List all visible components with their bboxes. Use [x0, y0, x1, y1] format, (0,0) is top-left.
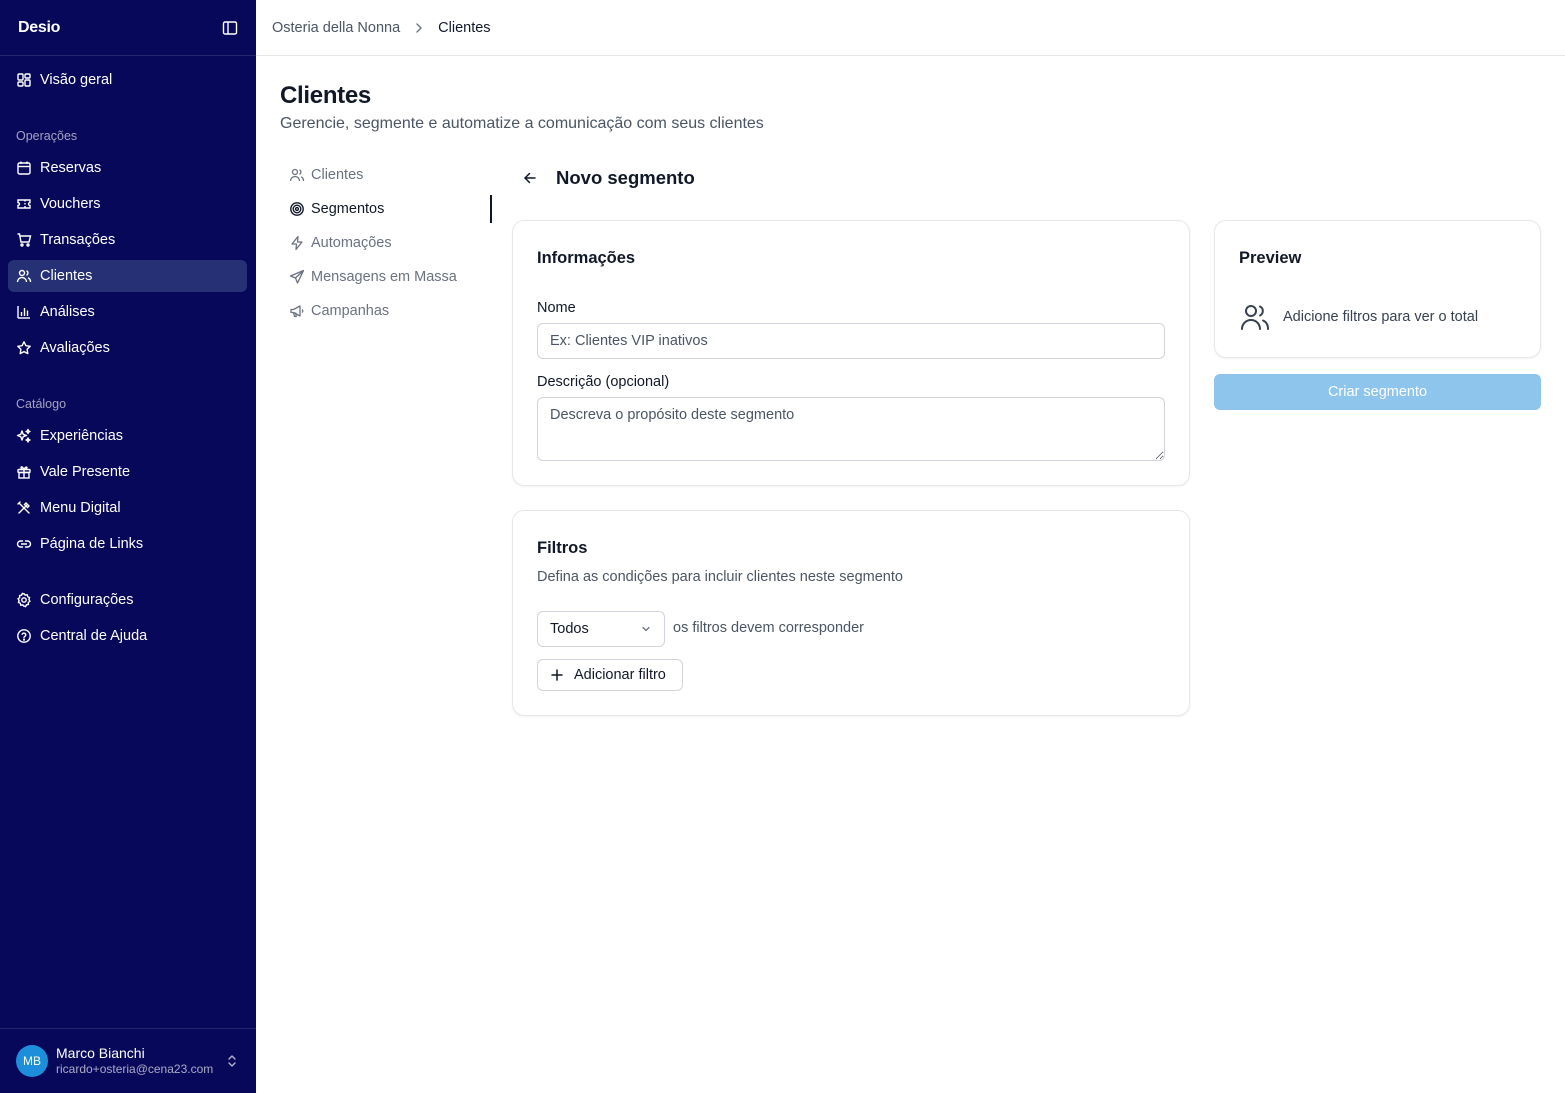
- user-menu[interactable]: MB Marco Bianchi ricardo+osteria@cena23.…: [0, 1028, 256, 1093]
- utensils-crossed-icon: [17, 501, 30, 514]
- calendar-icon: [17, 161, 31, 175]
- sparkles-icon: [16, 428, 31, 443]
- match-mode-select[interactable]: Todos: [537, 611, 665, 647]
- users-icon: [289, 168, 305, 182]
- description-label: Descrição (opcional): [537, 374, 670, 390]
- name-label: Nome: [537, 300, 576, 316]
- subnav-active-indicator: [490, 195, 492, 223]
- filters-card-title: Filtros: [537, 539, 588, 557]
- subnav-item-automacoes[interactable]: Automações: [289, 233, 392, 253]
- gift-icon: [17, 466, 31, 479]
- sidebar-section-operations: Operações: [16, 129, 78, 143]
- subnav-item-clientes[interactable]: Clientes: [289, 165, 363, 185]
- avatar: MB: [16, 1045, 48, 1077]
- breadcrumb: Osteria della Nonna Clientes: [256, 0, 1565, 56]
- subnav-label: Campanhas: [311, 303, 390, 319]
- dashboard-icon: [17, 73, 31, 87]
- sidebar-item-avaliacoes[interactable]: Avaliações: [8, 332, 247, 364]
- sidebar-item-pagina-links[interactable]: Página de Links: [8, 528, 247, 560]
- user-email: ricardo+osteria@cena23.com: [56, 1062, 214, 1076]
- sidebar-toggle-icon[interactable]: [218, 16, 242, 40]
- star-icon: [17, 341, 31, 355]
- chevron-down-icon: [642, 626, 650, 632]
- subnav-label: Mensagens em Massa: [311, 269, 457, 285]
- sidebar-item-configuracoes[interactable]: Configurações: [8, 584, 247, 616]
- section-title: Novo segmento: [556, 167, 695, 188]
- sidebar-item-label: Reservas: [40, 160, 102, 176]
- subnav-item-campanhas[interactable]: Campanhas: [289, 301, 389, 321]
- sidebar-item-label: Central de Ajuda: [40, 628, 148, 644]
- target-icon: [290, 202, 304, 216]
- create-segment-button[interactable]: Criar segmento: [1214, 374, 1541, 410]
- megaphone-icon: [290, 305, 304, 318]
- add-filter-button[interactable]: Adicionar filtro: [537, 659, 683, 691]
- back-arrow-icon[interactable]: [520, 168, 540, 188]
- sidebar-item-central-ajuda[interactable]: Central de Ajuda: [8, 620, 247, 652]
- add-filter-label: Adicionar filtro: [574, 667, 666, 683]
- breadcrumb-parent[interactable]: Osteria della Nonna: [272, 20, 400, 36]
- cart-icon: [17, 233, 32, 247]
- ticket-icon: [17, 199, 31, 209]
- sidebar-item-reservas[interactable]: Reservas: [8, 152, 247, 184]
- subnav-item-segmentos[interactable]: Segmentos: [289, 199, 384, 219]
- link-icon: [16, 540, 32, 548]
- sidebar-item-analises[interactable]: Análises: [8, 296, 247, 328]
- app-logo[interactable]: Desio: [18, 19, 60, 37]
- subnav-label: Clientes: [311, 167, 364, 183]
- bar-chart-icon: [17, 306, 30, 319]
- sidebar-item-label: Análises: [40, 304, 95, 320]
- user-name: Marco Bianchi: [56, 1045, 145, 1061]
- sidebar-item-clientes[interactable]: Clientes: [8, 260, 247, 292]
- users-icon: [1241, 305, 1269, 330]
- gear-icon: [17, 592, 31, 608]
- match-mode-value: Todos: [550, 621, 589, 637]
- sidebar-item-label: Página de Links: [40, 536, 144, 552]
- name-input[interactable]: [537, 323, 1165, 359]
- page-title: Clientes: [280, 82, 371, 109]
- preview-empty-text: Adicione filtros para ver o total: [1283, 309, 1479, 325]
- sidebar: Desio Visão geral Operações Reservas Vou…: [0, 0, 256, 1093]
- sidebar-header: Desio: [0, 0, 256, 56]
- page-subtitle: Gerencie, segmente e automatize a comuni…: [280, 115, 764, 132]
- preview-card: Preview Adicione filtros para ver o tota…: [1214, 220, 1541, 358]
- match-mode-suffix: os filtros devem corresponder: [673, 620, 864, 636]
- chevrons-up-down-icon: [228, 1055, 236, 1067]
- sidebar-item-experiencias[interactable]: Experiências: [8, 420, 247, 452]
- sidebar-item-label: Transações: [40, 232, 116, 248]
- sidebar-item-vouchers[interactable]: Vouchers: [8, 188, 247, 220]
- sidebar-item-label: Clientes: [40, 268, 93, 284]
- filters-card: Filtros Defina as condições para incluir…: [512, 510, 1190, 716]
- subnav-item-mensagens-massa[interactable]: Mensagens em Massa: [289, 267, 457, 287]
- zap-icon: [291, 235, 303, 251]
- sidebar-item-label: Vale Presente: [40, 464, 131, 480]
- plus-icon: [551, 669, 563, 681]
- chevron-right-icon: [416, 22, 422, 33]
- help-circle-icon: [17, 629, 31, 643]
- description-textarea[interactable]: [537, 397, 1165, 461]
- info-card: Informações Nome Descrição (opcional): [512, 220, 1190, 486]
- user-info: Marco Bianchi ricardo+osteria@cena23.com: [56, 1045, 224, 1077]
- sidebar-item-label: Configurações: [40, 592, 134, 608]
- sidebar-item-label: Menu Digital: [40, 500, 121, 516]
- sidebar-item-label: Vouchers: [40, 196, 101, 212]
- sidebar-item-label: Visão geral: [40, 72, 113, 88]
- users-icon: [16, 269, 32, 283]
- info-card-title: Informações: [537, 249, 636, 267]
- sidebar-item-overview[interactable]: Visão geral: [8, 64, 247, 96]
- sidebar-item-menu-digital[interactable]: Menu Digital: [8, 492, 247, 524]
- preview-card-title: Preview: [1239, 249, 1302, 267]
- sidebar-item-label: Avaliações: [40, 340, 110, 356]
- sidebar-item-transacoes[interactable]: Transações: [8, 224, 247, 256]
- subnav-label: Automações: [311, 235, 392, 251]
- preview-empty-state: Adicione filtros para ver o total: [1239, 301, 1478, 333]
- filters-description: Defina as condições para incluir cliente…: [537, 569, 903, 585]
- sidebar-item-label: Experiências: [40, 428, 124, 444]
- sidebar-item-vale-presente[interactable]: Vale Presente: [8, 456, 247, 488]
- breadcrumb-current: Clientes: [438, 19, 491, 36]
- subnav-label: Segmentos: [311, 201, 385, 217]
- sidebar-section-catalog: Catálogo: [16, 397, 67, 411]
- send-icon: [289, 269, 305, 284]
